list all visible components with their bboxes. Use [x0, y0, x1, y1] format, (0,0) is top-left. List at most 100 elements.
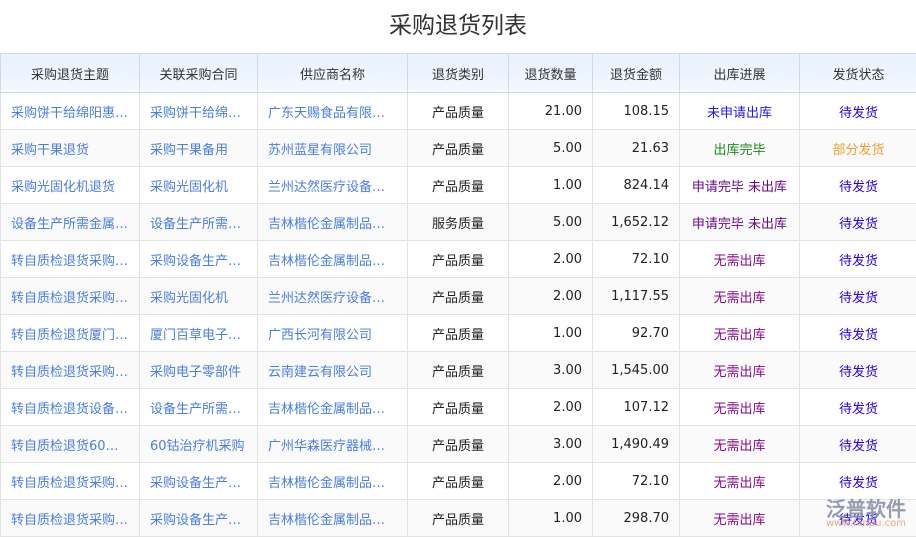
return-subject-link[interactable]: 采购干果退货 [1, 130, 140, 167]
return-subject-link[interactable]: 采购光固化机退货 [1, 167, 140, 204]
supplier-link[interactable]: 吉林楷伦金属制品… [258, 389, 408, 426]
supplier-link[interactable]: 云南建云有限公司 [258, 352, 408, 389]
outbound-progress: 申请完毕 未出库 [680, 204, 800, 241]
return-type: 产品质量 [408, 130, 509, 167]
return-amount: 1,490.49 [593, 426, 680, 463]
contract-link[interactable]: 采购光固化机 [140, 278, 258, 315]
table-row[interactable]: 转自质检退货采购…采购光固化机兰州达然医疗设备…产品质量2.001,117.55… [1, 278, 916, 315]
return-subject-link[interactable]: 转自质检退货采购… [1, 463, 140, 500]
return-qty: 5.00 [509, 130, 593, 167]
return-qty: 3.00 [509, 352, 593, 389]
return-qty: 2.00 [509, 389, 593, 426]
return-subject-link[interactable]: 转自质检退货采购… [1, 352, 140, 389]
return-type: 产品质量 [408, 167, 509, 204]
contract-link[interactable]: 厦门百草电子… [140, 315, 258, 352]
column-header[interactable]: 退货金额 [593, 54, 680, 93]
return-qty: 5.00 [509, 204, 593, 241]
return-subject-link[interactable]: 转自质检退货设备… [1, 389, 140, 426]
contract-link[interactable]: 设备生产所需… [140, 389, 258, 426]
outbound-progress: 未申请出库 [680, 93, 800, 130]
shipping-status: 待发货 [800, 241, 916, 278]
return-subject-link[interactable]: 设备生产所需金属… [1, 204, 140, 241]
shipping-status: 待发货 [800, 315, 916, 352]
outbound-progress: 无需出库 [680, 241, 800, 278]
contract-link[interactable]: 采购干果备用 [140, 130, 258, 167]
return-qty: 1.00 [509, 167, 593, 204]
contract-link[interactable]: 60钴治疗机采购 [140, 426, 258, 463]
column-header[interactable]: 采购退货主题 [1, 54, 140, 93]
supplier-link[interactable]: 吉林楷伦金属制品… [258, 204, 408, 241]
return-subject-link[interactable]: 转自质检退货厦门… [1, 315, 140, 352]
return-amount: 1,545.00 [593, 352, 680, 389]
column-header[interactable]: 退货类别 [408, 54, 509, 93]
return-amount: 21.63 [593, 130, 680, 167]
contract-link[interactable]: 采购饼干给绵… [140, 93, 258, 130]
watermark-url: www.fanpu.com [826, 518, 906, 529]
shipping-status: 待发货 [800, 167, 916, 204]
return-amount: 1,652.12 [593, 204, 680, 241]
outbound-progress: 无需出库 [680, 352, 800, 389]
contract-link[interactable]: 采购设备生产… [140, 463, 258, 500]
return-subject-link[interactable]: 转自质检退货采购… [1, 278, 140, 315]
column-header[interactable]: 退货数量 [509, 54, 593, 93]
return-type: 服务质量 [408, 204, 509, 241]
shipping-status: 部分发货 [800, 130, 916, 167]
return-qty: 1.00 [509, 315, 593, 352]
outbound-progress: 无需出库 [680, 315, 800, 352]
column-header[interactable]: 出库进展 [680, 54, 800, 93]
watermark-logo: 泛普软件www.fanpu.com [826, 493, 906, 529]
return-type: 产品质量 [408, 315, 509, 352]
supplier-link[interactable]: 兰州达然医疗设备… [258, 167, 408, 204]
outbound-progress: 申请完毕 未出库 [680, 167, 800, 204]
table-row[interactable]: 采购光固化机退货采购光固化机兰州达然医疗设备…产品质量1.00824.14申请完… [1, 167, 916, 204]
contract-link[interactable]: 采购光固化机 [140, 167, 258, 204]
contract-link[interactable]: 采购电子零部件 [140, 352, 258, 389]
return-qty: 3.00 [509, 426, 593, 463]
supplier-link[interactable]: 广州华森医疗器械… [258, 426, 408, 463]
return-subject-link[interactable]: 转自质检退货采购… [1, 241, 140, 278]
shipping-status: 待发货 [800, 204, 916, 241]
contract-link[interactable]: 设备生产所需… [140, 204, 258, 241]
return-type: 产品质量 [408, 278, 509, 315]
column-header[interactable]: 发货状态 [800, 54, 916, 93]
table-row[interactable]: 转自质检退货设备…设备生产所需…吉林楷伦金属制品…产品质量2.00107.12无… [1, 389, 916, 426]
return-qty: 21.00 [509, 93, 593, 130]
return-amount: 1,117.55 [593, 278, 680, 315]
table-row[interactable]: 采购饼干给绵阳惠…采购饼干给绵…广东天赐食品有限…产品质量21.00108.15… [1, 93, 916, 130]
return-qty: 2.00 [509, 278, 593, 315]
purchase-return-table: 采购退货主题关联采购合同供应商名称退货类别退货数量退货金额出库进展发货状态 采购… [0, 53, 916, 537]
return-qty: 2.00 [509, 463, 593, 500]
supplier-link[interactable]: 广西长河有限公司 [258, 315, 408, 352]
shipping-status: 待发货 [800, 278, 916, 315]
supplier-link[interactable]: 吉林楷伦金属制品… [258, 241, 408, 278]
column-header[interactable]: 供应商名称 [258, 54, 408, 93]
supplier-link[interactable]: 兰州达然医疗设备… [258, 278, 408, 315]
return-amount: 72.10 [593, 463, 680, 500]
table-row[interactable]: 转自质检退货厦门…厦门百草电子…广西长河有限公司产品质量1.0092.70无需出… [1, 315, 916, 352]
return-amount: 108.15 [593, 93, 680, 130]
return-amount: 92.70 [593, 315, 680, 352]
shipping-status: 待发货 [800, 352, 916, 389]
page-title: 采购退货列表 [0, 0, 916, 54]
supplier-link[interactable]: 吉林楷伦金属制品… [258, 463, 408, 500]
column-header[interactable]: 关联采购合同 [140, 54, 258, 93]
return-subject-link[interactable]: 采购饼干给绵阳惠… [1, 93, 140, 130]
return-subject-link[interactable]: 转自质检退货60… [1, 426, 140, 463]
table-row[interactable]: 设备生产所需金属…设备生产所需…吉林楷伦金属制品…服务质量5.001,652.1… [1, 204, 916, 241]
table-row[interactable]: 采购干果退货采购干果备用苏州蓝星有限公司产品质量5.0021.63出库完毕部分发… [1, 130, 916, 167]
return-type: 产品质量 [408, 93, 509, 130]
shipping-status: 待发货 [800, 389, 916, 426]
contract-link[interactable]: 采购设备生产… [140, 241, 258, 278]
supplier-link[interactable]: 广东天赐食品有限… [258, 93, 408, 130]
return-amount: 824.14 [593, 167, 680, 204]
shipping-status: 待发货 [800, 426, 916, 463]
table-row[interactable]: 转自质检退货采购…采购电子零部件云南建云有限公司产品质量3.001,545.00… [1, 352, 916, 389]
outbound-progress: 无需出库 [680, 278, 800, 315]
table-row[interactable]: 转自质检退货60…60钴治疗机采购广州华森医疗器械…产品质量3.001,490.… [1, 426, 916, 463]
table-row[interactable]: 转自质检退货采购…采购设备生产…吉林楷伦金属制品…产品质量2.0072.10无需… [1, 241, 916, 278]
outbound-progress: 无需出库 [680, 426, 800, 463]
table-row[interactable]: 转自质检退货采购…采购设备生产…吉林楷伦金属制品…产品质量2.0072.10无需… [1, 463, 916, 500]
return-type: 产品质量 [408, 241, 509, 278]
supplier-link[interactable]: 苏州蓝星有限公司 [258, 130, 408, 167]
shipping-status: 待发货 [800, 93, 916, 130]
